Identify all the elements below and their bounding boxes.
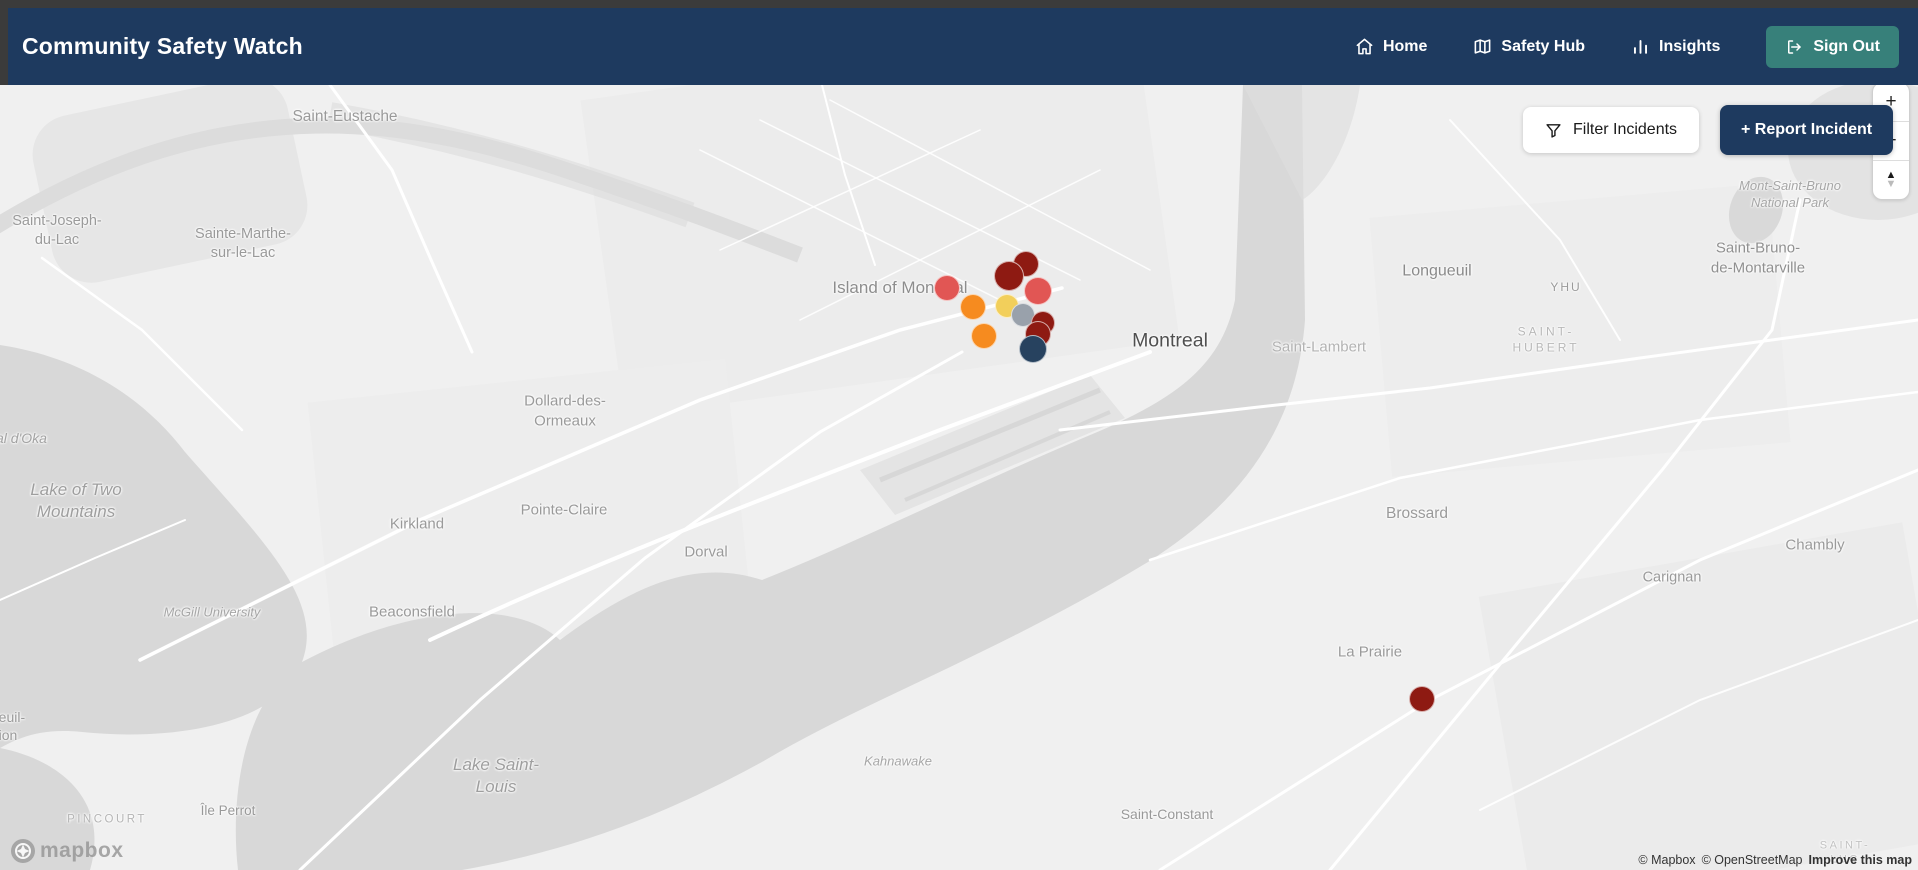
- incident-marker[interactable]: [934, 275, 960, 301]
- nav-home-label: Home: [1382, 37, 1428, 55]
- incident-marker[interactable]: [1409, 686, 1435, 712]
- mapbox-logo-icon: [11, 839, 35, 863]
- map-canvas[interactable]: Saint-Eustache Saint-Joseph- du-Lac Sainte…: [0, 0, 1918, 870]
- incident-marker[interactable]: [994, 261, 1024, 291]
- main-nav: Home Safety Hub Insights Sign Out: [1355, 25, 1918, 68]
- mapbox-attribution-link[interactable]: © Mapbox: [1638, 853, 1695, 867]
- nav-safety-hub-label: Safety Hub: [1501, 37, 1585, 55]
- nav-item-safety-hub[interactable]: Safety Hub: [1473, 37, 1585, 56]
- sign-out-button[interactable]: Sign Out: [1766, 25, 1899, 68]
- map-attribution: © Mapbox © OpenStreetMap Improve this ma…: [1638, 853, 1912, 867]
- filter-incidents-button[interactable]: Filter Incidents: [1523, 107, 1700, 153]
- app-title: Community Safety Watch: [22, 33, 303, 59]
- incident-marker[interactable]: [1024, 277, 1052, 305]
- improve-map-link[interactable]: Improve this map: [1809, 853, 1913, 867]
- home-icon: [1356, 38, 1373, 55]
- window-frame-top: [0, 0, 1918, 8]
- mapbox-logo[interactable]: mapbox: [10, 838, 124, 864]
- bar-chart-icon: [1634, 40, 1647, 54]
- nav-item-home[interactable]: Home: [1355, 37, 1427, 56]
- incident-marker[interactable]: [971, 323, 997, 349]
- mapbox-wordmark: mapbox: [40, 839, 124, 862]
- osm-attribution-link[interactable]: © OpenStreetMap: [1702, 853, 1803, 867]
- map-icon: [1475, 39, 1491, 54]
- report-incident-button[interactable]: + Report Incident: [1720, 105, 1894, 155]
- nav-insights-label: Insights: [1659, 37, 1721, 55]
- sign-out-label: Sign Out: [1813, 37, 1880, 55]
- report-incident-label: + Report Incident: [1741, 121, 1873, 138]
- filter-incidents-label: Filter Incidents: [1573, 121, 1678, 138]
- nav-item-insights[interactable]: Insights: [1631, 37, 1720, 56]
- funnel-icon: [1546, 123, 1561, 138]
- compass-button[interactable]: ▲ ▼: [1873, 161, 1909, 199]
- incident-marker[interactable]: [1019, 335, 1047, 363]
- window-frame-left: [0, 8, 8, 85]
- incident-marker[interactable]: [960, 294, 986, 320]
- compass-icon: ▲ ▼: [1885, 169, 1897, 190]
- sign-out-icon: [1788, 39, 1802, 54]
- app-header: Community Safety Watch Home Safety Hub I…: [8, 8, 1918, 85]
